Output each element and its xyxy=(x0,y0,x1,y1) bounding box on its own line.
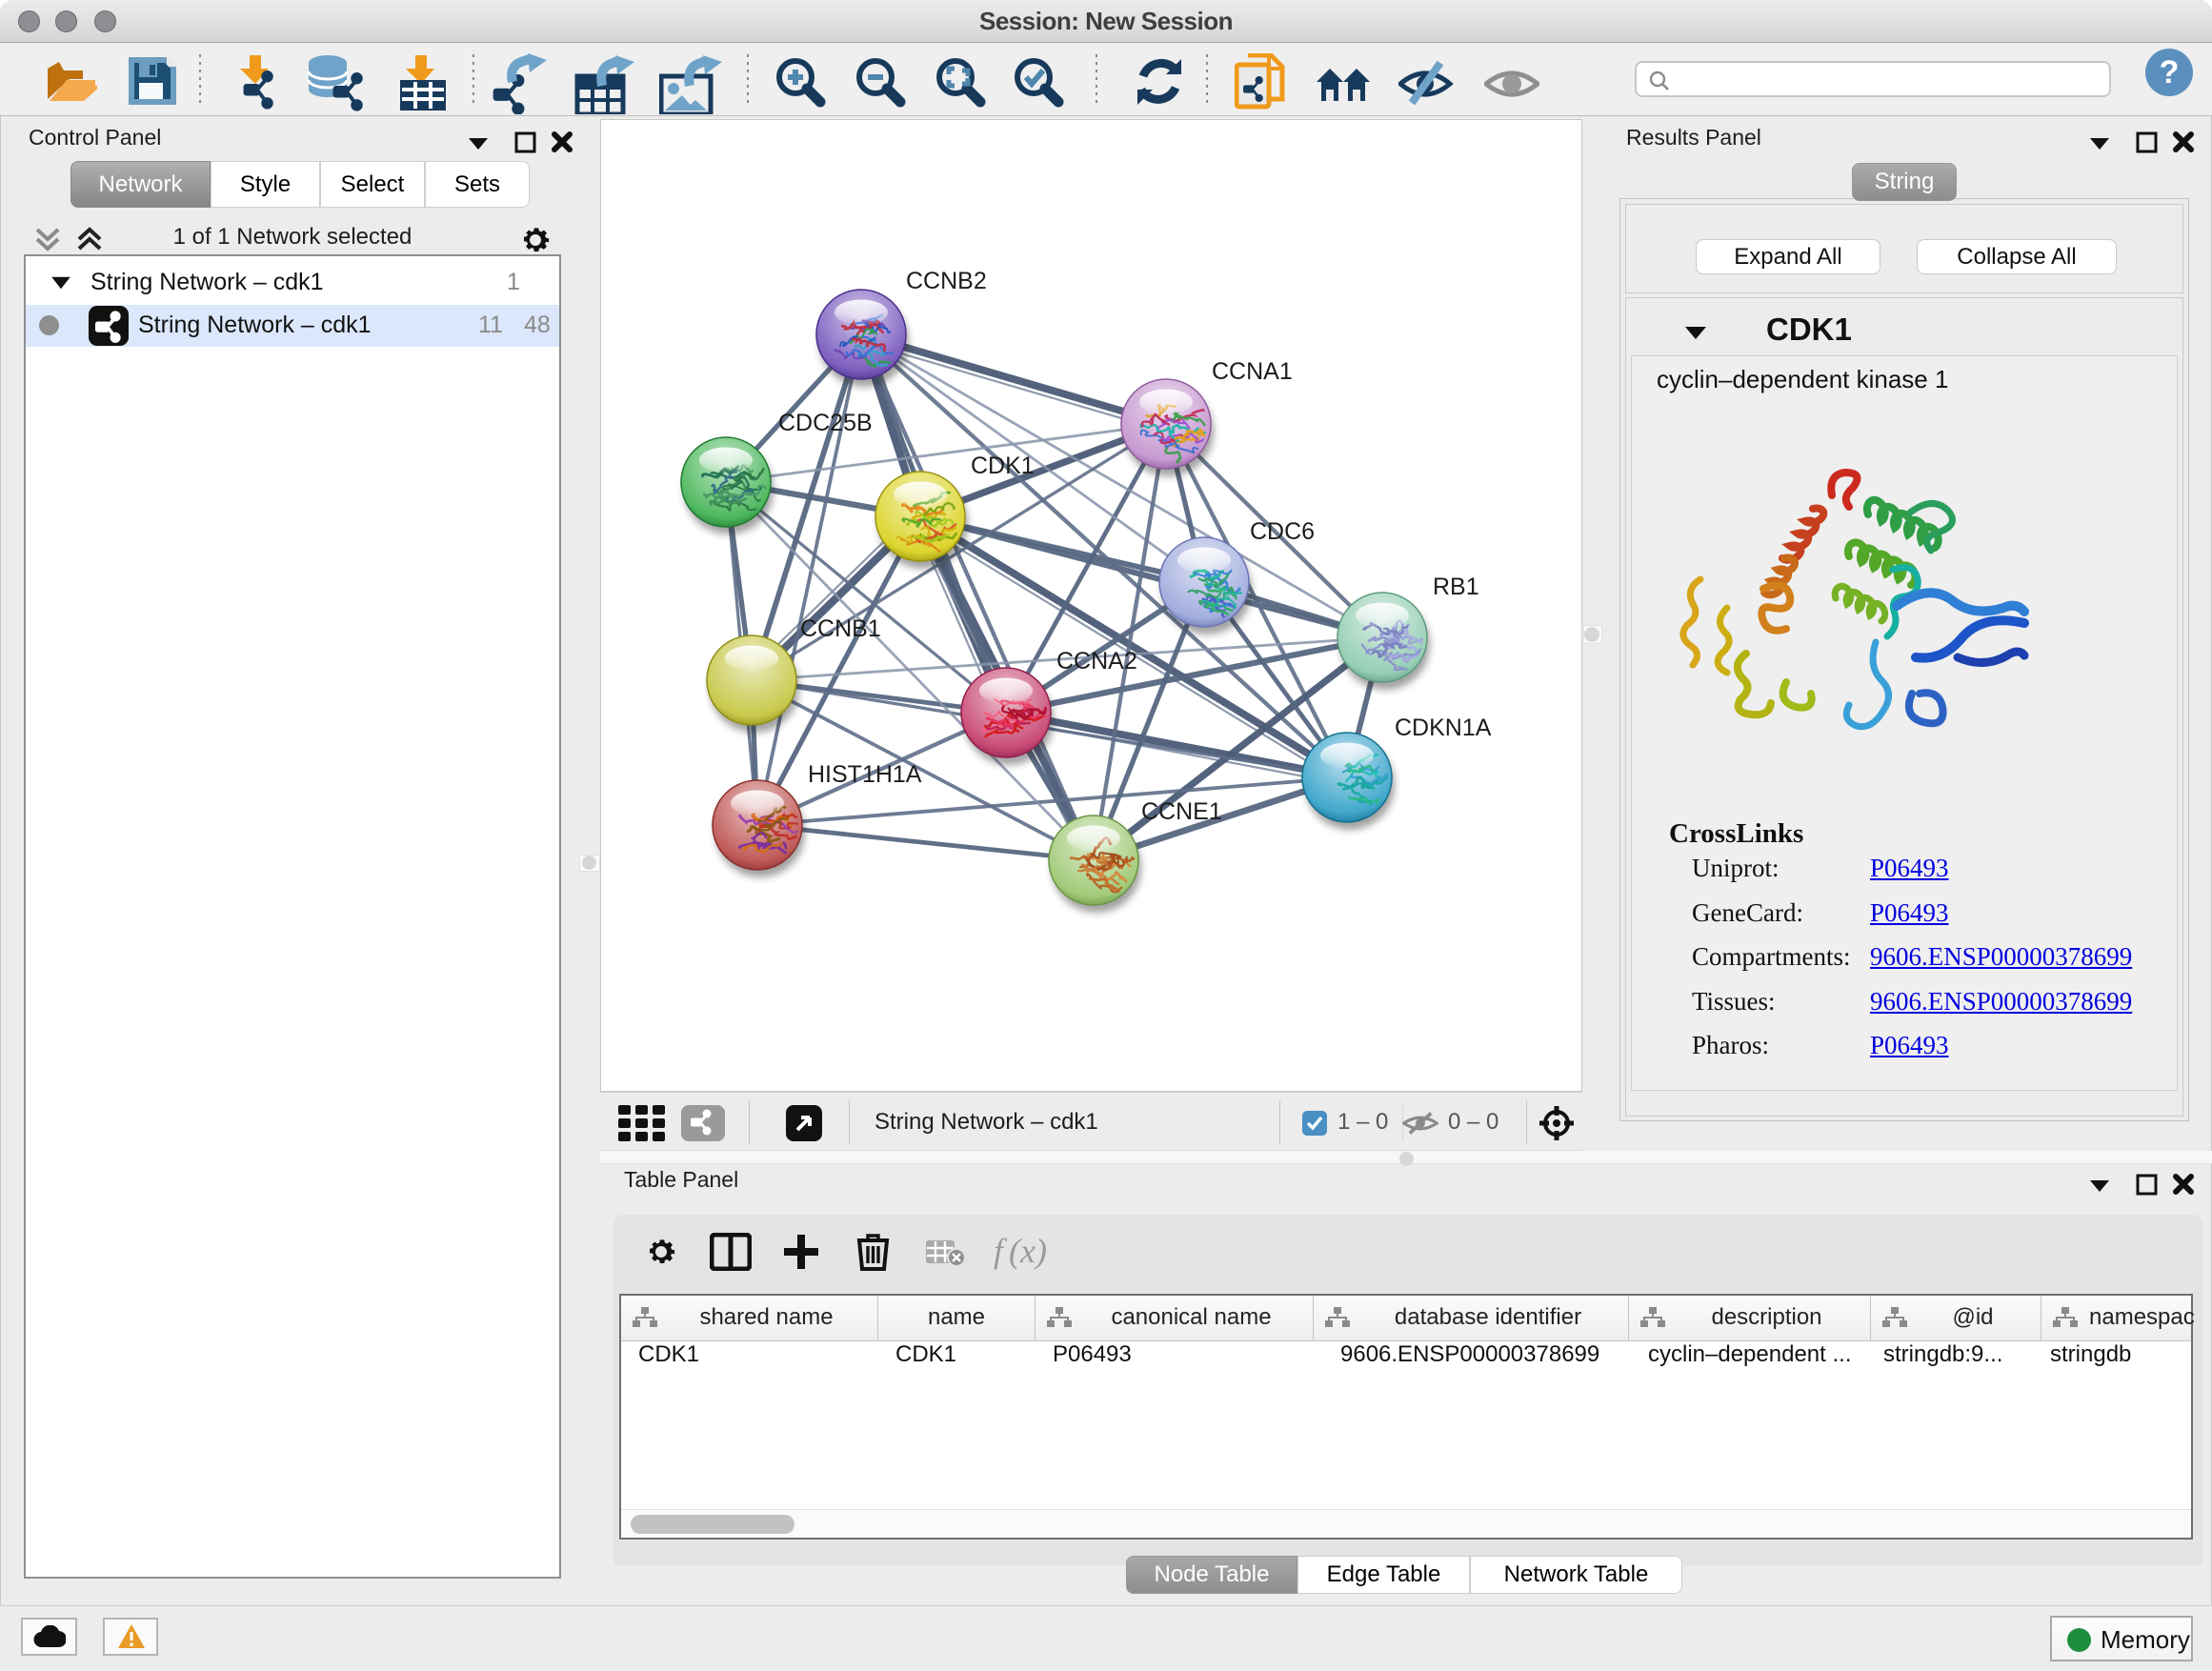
svg-text:CDC6: CDC6 xyxy=(1250,518,1315,545)
svg-text:CCNE1: CCNE1 xyxy=(1141,798,1222,825)
svg-text:CDC25B: CDC25B xyxy=(778,410,873,436)
svg-text:CCNA2: CCNA2 xyxy=(1056,648,1137,674)
svg-text:CCNB2: CCNB2 xyxy=(906,268,987,294)
svg-text:CCNA1: CCNA1 xyxy=(1212,358,1293,385)
svg-text:CDK1: CDK1 xyxy=(971,453,1035,479)
svg-text:RB1: RB1 xyxy=(1433,574,1479,600)
svg-text:HIST1H1A: HIST1H1A xyxy=(808,761,922,788)
svg-text:CCNB1: CCNB1 xyxy=(800,615,881,642)
svg-text:CDKN1A: CDKN1A xyxy=(1395,715,1492,741)
